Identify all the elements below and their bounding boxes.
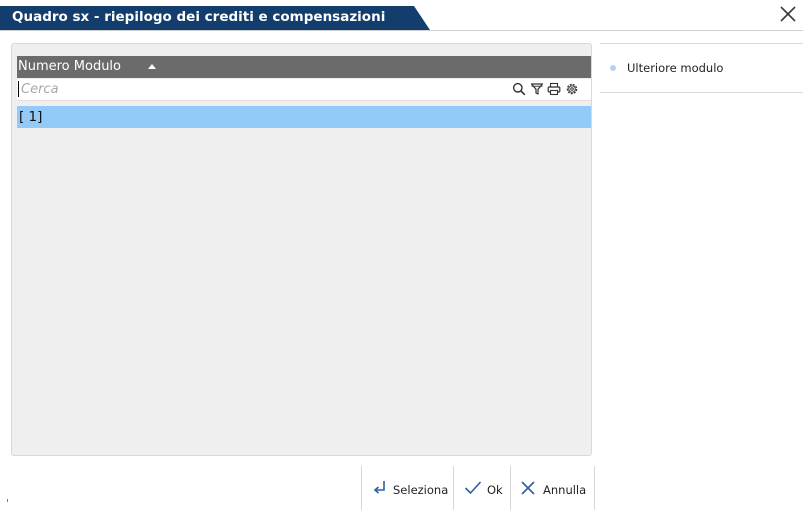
seleziona-button[interactable]: Seleziona (361, 466, 454, 510)
search-icon[interactable] (512, 82, 526, 96)
search-input[interactable] (21, 80, 501, 98)
bullet-icon (610, 65, 616, 71)
cancel-icon (520, 480, 536, 496)
dialog-window: Quadro sx - riepilogo dei crediti e comp… (0, 0, 803, 510)
grid-panel: Numero Modulo Cerca [1] (11, 43, 592, 456)
text-caret (18, 81, 19, 97)
close-icon (779, 5, 797, 23)
dialog-title: Quadro sx - riepilogo dei crediti e comp… (12, 9, 386, 25)
search-row (17, 79, 591, 101)
sort-ascending-icon (148, 64, 156, 69)
annulla-label: Annulla (543, 483, 587, 497)
side-item-label: Ulteriore modulo (627, 61, 724, 75)
table-row[interactable]: [ 1] (17, 106, 591, 128)
filter-icon[interactable] (530, 82, 544, 96)
column-header-numero-modulo[interactable]: Numero Modulo (17, 56, 591, 78)
ok-button[interactable]: Ok (453, 466, 511, 510)
print-icon[interactable] (547, 82, 561, 96)
close-button[interactable] (779, 5, 797, 23)
settings-icon[interactable] (565, 82, 579, 96)
corner-mark (7, 499, 8, 502)
side-panel: Ulteriore modulo (600, 43, 803, 93)
button-divider (594, 466, 595, 510)
title-divider (0, 30, 803, 31)
row-value-numero-modulo: [ 1] (19, 109, 43, 125)
enter-icon (373, 480, 387, 496)
column-header-label: Numero Modulo (18, 59, 121, 74)
seleziona-label: Seleziona (393, 483, 449, 497)
ok-label: Ok (487, 483, 503, 497)
check-icon (464, 480, 482, 496)
annulla-button[interactable]: Annulla (510, 466, 595, 510)
